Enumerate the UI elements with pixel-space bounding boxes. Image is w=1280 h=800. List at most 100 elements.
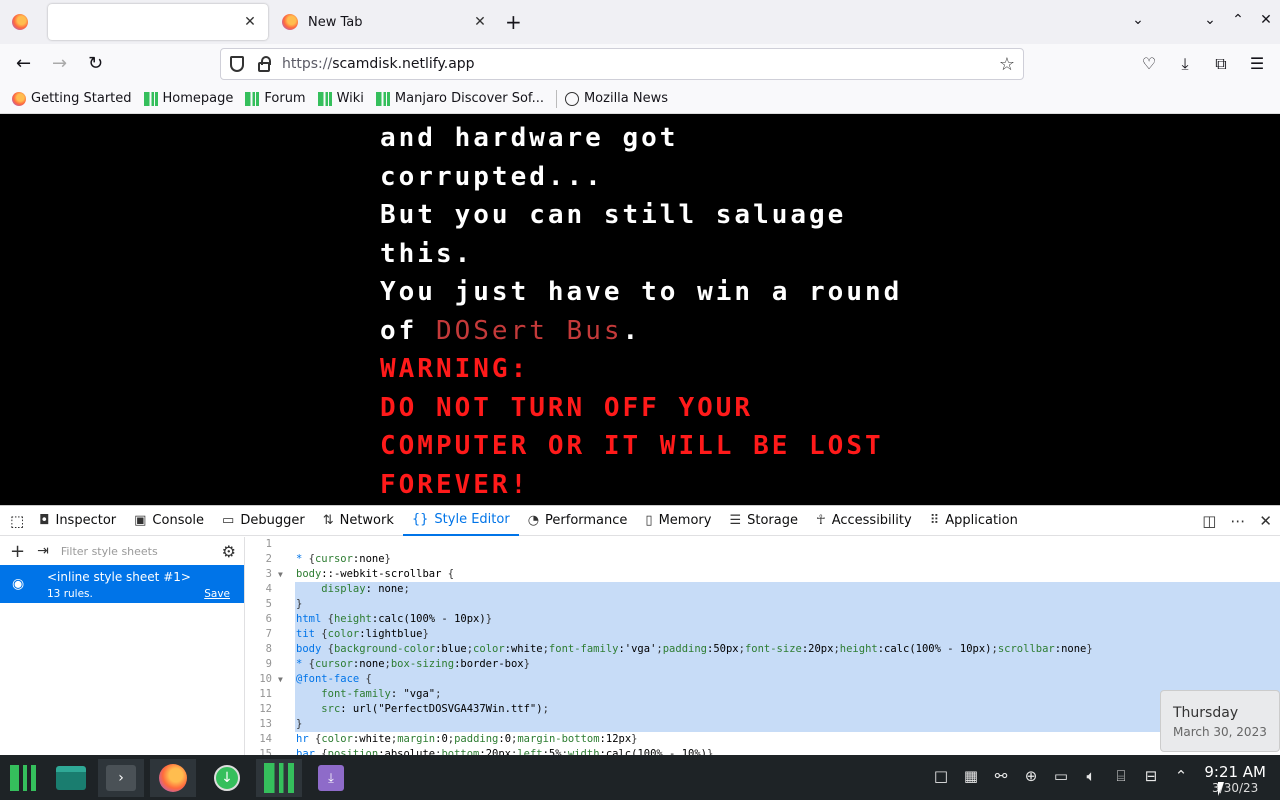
- app-menu-button[interactable]: [0, 759, 46, 797]
- url-bar[interactable]: https://scamdisk.netlify.app ☆: [220, 48, 1024, 80]
- tab-application[interactable]: ⠿ Application: [921, 506, 1027, 536]
- new-tab-plus-icon[interactable]: +: [505, 10, 522, 34]
- more-options-icon[interactable]: ⋯: [1230, 512, 1245, 530]
- shield-icon[interactable]: [230, 56, 244, 72]
- tab-inspector[interactable]: ◘ Inspector: [30, 506, 125, 536]
- bookmark-getting-started[interactable]: Getting Started: [12, 91, 132, 106]
- code-line[interactable]: 9 * {cursor:none;box-sizing:border-box}: [246, 657, 1280, 672]
- tab-memory[interactable]: ▯ Memory: [636, 506, 720, 536]
- back-arrow-icon[interactable]: ←: [16, 53, 31, 74]
- taskbar: › ↓ ⤓ □ ▦ ⚯ ⊕ ▭ 🔈︎ ⌸ ⊟ ⌃ 9:21 AM 3/30/23: [0, 755, 1280, 800]
- import-sheet-icon[interactable]: ⇥: [37, 543, 49, 559]
- extensions-icon[interactable]: ⧉: [1210, 54, 1232, 74]
- tab-storage[interactable]: ☰ Storage: [720, 506, 807, 536]
- toolbar-right: ♡ ⤓ ⧉ ☰: [1138, 54, 1268, 74]
- style-sheet-item[interactable]: ◉ <inline style sheet #1> 13 rules. Save: [0, 565, 244, 603]
- lock-icon[interactable]: [258, 56, 271, 72]
- tab-active[interactable]: ✕: [48, 4, 268, 40]
- minimize-icon[interactable]: ⌄: [1196, 12, 1224, 28]
- eye-icon[interactable]: ◉: [12, 576, 24, 592]
- tab-debugger[interactable]: ▭ Debugger: [213, 506, 314, 536]
- code-line[interactable]: 6 html {height:calc(100% - 10px)}: [246, 612, 1280, 627]
- fold-chevron-icon[interactable]: ▼: [278, 567, 283, 582]
- code-line[interactable]: 2 * {cursor:none}: [246, 552, 1280, 567]
- memory-icon: ▯: [645, 513, 653, 528]
- gear-icon[interactable]: ⚙: [222, 542, 236, 561]
- maximize-icon[interactable]: ⌃: [1224, 12, 1252, 28]
- code-line[interactable]: 1: [246, 537, 1280, 552]
- devtools-tabs: ⬚ ◘ Inspector ▣ Console ▭ Debugger ⇅ Network…: [0, 506, 1280, 536]
- pocket-icon[interactable]: ♡: [1138, 54, 1160, 74]
- terminal-tray-icon[interactable]: ▭: [1052, 767, 1070, 785]
- code-line[interactable]: 3 ▼ body::-webkit-scrollbar {: [246, 567, 1280, 582]
- inspector-icon: ◘: [39, 513, 50, 528]
- kde-connect-icon[interactable]: ⚯: [992, 767, 1010, 785]
- new-sheet-plus-icon[interactable]: +: [10, 541, 25, 562]
- warning-line: DO NOT TURN OFF YOUR: [380, 392, 754, 423]
- save-link[interactable]: Save: [204, 588, 230, 600]
- tab-close-icon[interactable]: ✕: [240, 14, 260, 30]
- installer-icon: ⤓: [318, 765, 344, 791]
- file-manager-button[interactable]: [48, 759, 94, 797]
- software-update-button[interactable]: ↓: [204, 759, 250, 797]
- close-window-icon[interactable]: ✕: [1252, 12, 1280, 28]
- clock[interactable]: 9:21 AM 3/30/23: [1204, 763, 1266, 795]
- fold-chevron-icon[interactable]: ▼: [278, 672, 283, 687]
- firefox-button[interactable]: [150, 759, 196, 797]
- sheet-rule-count: 13 rules.: [47, 588, 93, 600]
- terminal-button[interactable]: ›: [98, 759, 144, 797]
- tab-new-tab[interactable]: New Tab ✕: [276, 4, 496, 40]
- usb-device-icon[interactable]: ⌸: [1112, 767, 1130, 785]
- tab-network[interactable]: ⇅ Network: [314, 506, 403, 536]
- code-line[interactable]: 4 display: none;: [246, 582, 1280, 597]
- tab-list-chevron-icon[interactable]: ⌄: [1124, 12, 1152, 28]
- tab-console[interactable]: ▣ Console: [125, 506, 213, 536]
- code-editor[interactable]: 1 2 * {cursor:none} 3 ▼ body::-webkit-scroll…: [246, 537, 1280, 756]
- bookmark-star-icon[interactable]: ☆: [999, 54, 1015, 75]
- dock-side-icon[interactable]: ◫: [1202, 512, 1216, 530]
- code-line[interactable]: 11 font-family: "vga";: [246, 687, 1280, 702]
- forward-arrow-icon[interactable]: →: [52, 53, 67, 74]
- code-line[interactable]: 7 tit {color:lightblue}: [246, 627, 1280, 642]
- reload-icon[interactable]: ↻: [88, 53, 103, 74]
- updates-icon[interactable]: ⊕: [1022, 767, 1040, 785]
- firefox-view-icon[interactable]: [12, 14, 28, 30]
- tab-performance[interactable]: ◔ Performance: [519, 506, 637, 536]
- show-desktop-icon[interactable]: □: [932, 767, 950, 785]
- element-picker-icon[interactable]: ⬚: [8, 512, 24, 530]
- tab-accessibility[interactable]: ☥ Accessibility: [807, 506, 921, 536]
- bookmark-mozilla-news[interactable]: Mozilla News: [564, 91, 668, 106]
- firefox-icon: [12, 91, 26, 106]
- code-text: font-family: "vga";: [295, 687, 1280, 702]
- sheet-name: <inline style sheet #1>: [47, 570, 191, 584]
- manjaro-hello-button[interactable]: [256, 759, 302, 797]
- code-line[interactable]: 14 hr {color:white;margin:0;padding:0;mar…: [246, 732, 1280, 747]
- code-line[interactable]: 5}: [246, 597, 1280, 612]
- code-line[interactable]: 10 ▼ @font-face {: [246, 672, 1280, 687]
- message-line: of DOSert Bus.: [380, 315, 642, 346]
- installer-button[interactable]: ⤓: [308, 759, 354, 797]
- bookmark-wiki[interactable]: Wiki: [317, 91, 364, 106]
- pager-icon[interactable]: ▦: [962, 767, 980, 785]
- close-devtools-icon[interactable]: ✕: [1259, 512, 1272, 530]
- folder-icon: [56, 766, 86, 790]
- code-text: * {cursor:none;box-sizing:border-box}: [295, 657, 1280, 672]
- download-icon[interactable]: ⤓: [1174, 54, 1196, 74]
- volume-icon[interactable]: 🔈︎: [1082, 767, 1100, 785]
- tab-style-editor[interactable]: {} Style Editor: [402, 506, 519, 536]
- code-line[interactable]: 13}: [246, 717, 1280, 732]
- bookmark-homepage[interactable]: Homepage: [143, 91, 233, 106]
- code-text: tit {color:lightblue}: [295, 627, 1280, 642]
- filter-style-sheets-input[interactable]: Filter style sheets: [61, 545, 222, 558]
- bookmarks-bar: Getting Started Homepage Forum Wiki Manj…: [0, 84, 1280, 114]
- network-tray-icon[interactable]: ⊟: [1142, 767, 1160, 785]
- application-icon: ⠿: [929, 513, 940, 528]
- bookmark-manjaro-discover[interactable]: Manjaro Discover Sof...: [375, 91, 544, 106]
- url-text[interactable]: https://scamdisk.netlify.app: [282, 56, 999, 72]
- code-line[interactable]: 12 src: url("PerfectDOSVGA437Win.ttf");: [246, 702, 1280, 717]
- tray-expand-chevron-icon[interactable]: ⌃: [1172, 767, 1190, 785]
- code-line[interactable]: 8 body {background-color:blue;color:white…: [246, 642, 1280, 657]
- tab-close-icon[interactable]: ✕: [470, 14, 490, 30]
- bookmark-forum[interactable]: Forum: [245, 91, 306, 106]
- menu-hamburger-icon[interactable]: ☰: [1246, 54, 1268, 74]
